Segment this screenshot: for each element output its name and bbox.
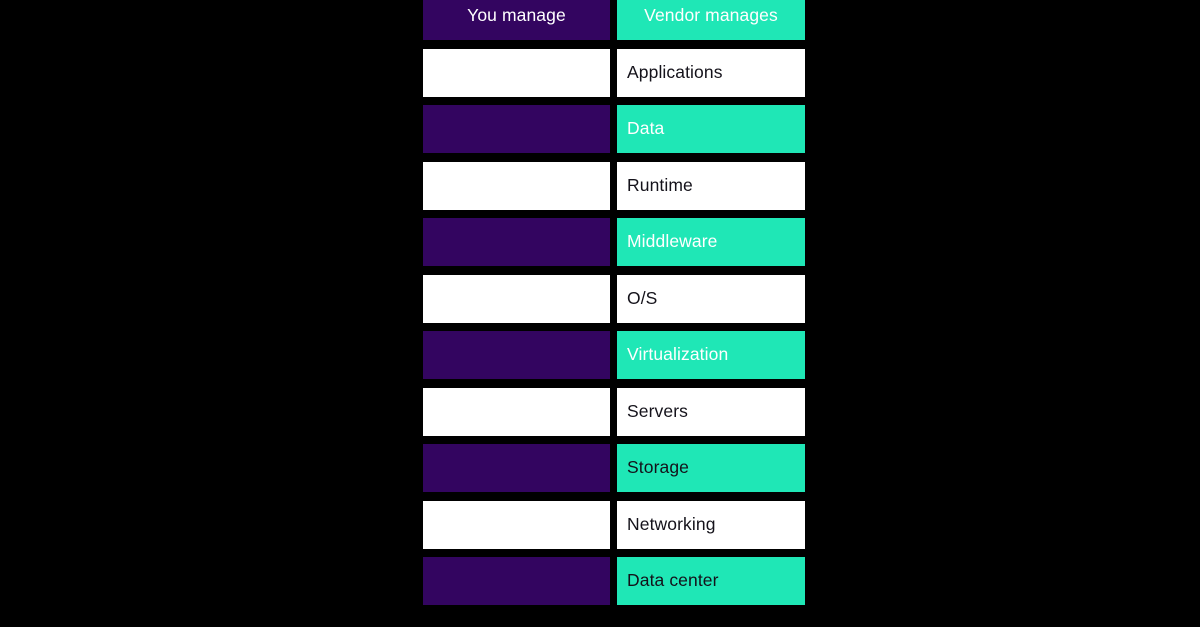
vendor-manages-cell-runtime: Runtime bbox=[617, 161, 805, 210]
slide-canvas: You manage Vendor manages Applications D… bbox=[0, 0, 1200, 627]
column-header-vendor-manages-label: Vendor manages bbox=[644, 5, 778, 26]
column-header-you-manage-label: You manage bbox=[467, 5, 566, 26]
vendor-manages-cell-virtualization: Virtualization bbox=[617, 331, 805, 379]
matrix-row-virtualization: Virtualization bbox=[423, 331, 805, 379]
vendor-manages-cell-runtime-label: Runtime bbox=[627, 174, 693, 195]
you-manage-cell-data bbox=[423, 105, 610, 153]
you-manage-cell-networking bbox=[423, 500, 610, 549]
vendor-manages-cell-applications: Applications bbox=[617, 48, 805, 97]
vendor-manages-cell-servers: Servers bbox=[617, 387, 805, 436]
you-manage-cell-virtualization bbox=[423, 331, 610, 379]
matrix-header-row: You manage Vendor manages bbox=[423, 0, 805, 40]
vendor-manages-cell-storage: Storage bbox=[617, 444, 805, 492]
vendor-manages-cell-middleware: Middleware bbox=[617, 218, 805, 266]
matrix-row-networking: Networking bbox=[423, 500, 805, 549]
responsibility-matrix: You manage Vendor manages Applications D… bbox=[423, 0, 805, 614]
vendor-manages-cell-networking-label: Networking bbox=[627, 513, 716, 534]
you-manage-cell-data-center bbox=[423, 557, 610, 605]
matrix-row-servers: Servers bbox=[423, 387, 805, 436]
you-manage-cell-applications bbox=[423, 48, 610, 97]
vendor-manages-cell-middleware-label: Middleware bbox=[627, 231, 718, 252]
vendor-manages-cell-storage-label: Storage bbox=[627, 457, 689, 478]
vendor-manages-cell-data-center: Data center bbox=[617, 557, 805, 605]
vendor-manages-cell-data-label: Data bbox=[627, 118, 665, 139]
column-header-you-manage: You manage bbox=[423, 0, 610, 40]
you-manage-cell-os bbox=[423, 274, 610, 323]
vendor-manages-cell-data-center-label: Data center bbox=[627, 570, 719, 591]
vendor-manages-cell-data: Data bbox=[617, 105, 805, 153]
matrix-row-applications: Applications bbox=[423, 48, 805, 97]
you-manage-cell-runtime bbox=[423, 161, 610, 210]
column-header-vendor-manages: Vendor manages bbox=[617, 0, 805, 40]
matrix-row-os: O/S bbox=[423, 274, 805, 323]
you-manage-cell-servers bbox=[423, 387, 610, 436]
matrix-row-storage: Storage bbox=[423, 444, 805, 492]
you-manage-cell-middleware bbox=[423, 218, 610, 266]
vendor-manages-cell-applications-label: Applications bbox=[627, 61, 723, 82]
matrix-row-runtime: Runtime bbox=[423, 161, 805, 210]
matrix-row-middleware: Middleware bbox=[423, 218, 805, 266]
vendor-manages-cell-virtualization-label: Virtualization bbox=[627, 344, 729, 365]
you-manage-cell-storage bbox=[423, 444, 610, 492]
vendor-manages-cell-os-label: O/S bbox=[627, 287, 658, 308]
vendor-manages-cell-servers-label: Servers bbox=[627, 400, 688, 421]
vendor-manages-cell-os: O/S bbox=[617, 274, 805, 323]
matrix-row-data: Data bbox=[423, 105, 805, 153]
matrix-row-data-center: Data center bbox=[423, 557, 805, 605]
vendor-manages-cell-networking: Networking bbox=[617, 500, 805, 549]
